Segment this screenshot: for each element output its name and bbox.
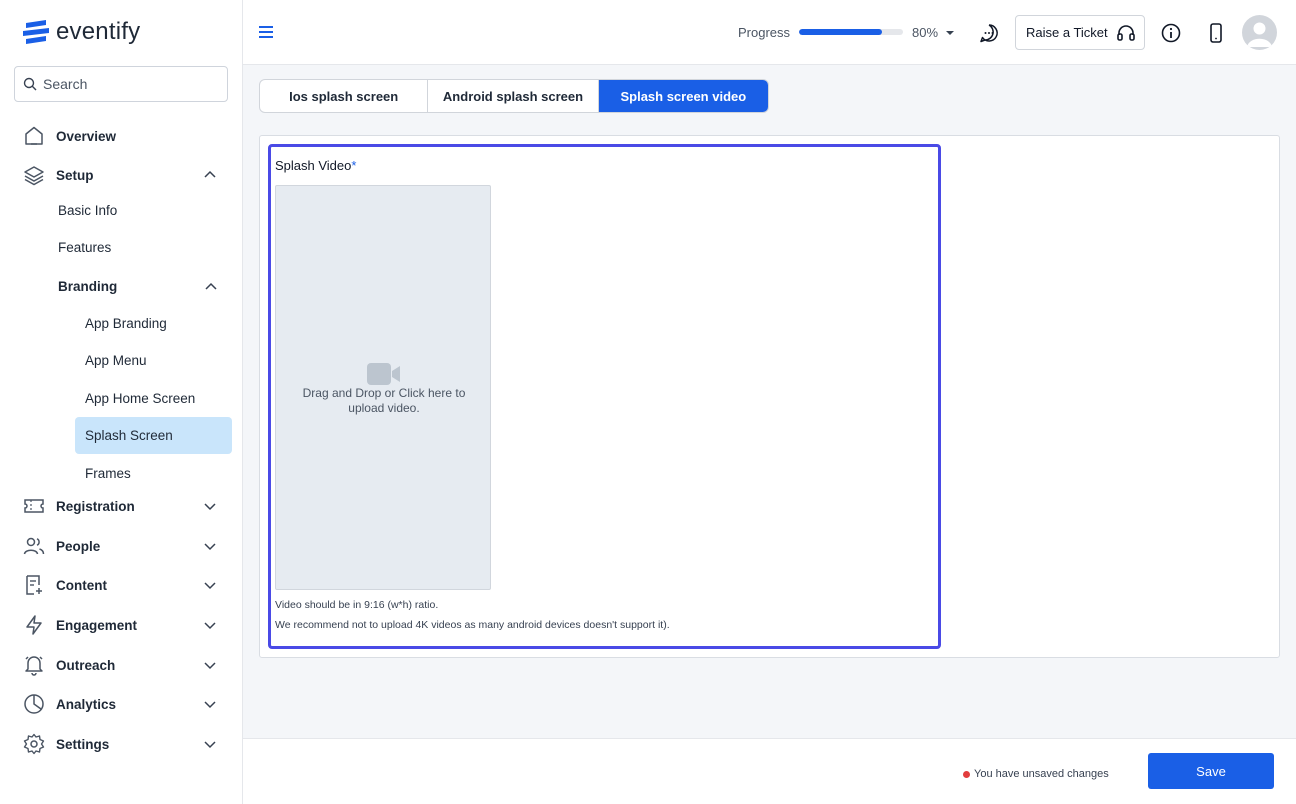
sidebar-item-label: People (56, 538, 101, 554)
sidebar-item-label: Overview (56, 128, 117, 144)
progress-fill (799, 29, 883, 35)
sidebar-item-features[interactable]: Features (58, 240, 111, 255)
mobile-device-icon[interactable] (1205, 22, 1227, 44)
sidebar-item-label: Settings (56, 736, 110, 752)
brand-name: eventify (56, 18, 141, 45)
sidebar-item-setup[interactable]: Setup (22, 162, 222, 188)
pie-chart-icon (22, 692, 46, 716)
field-label-text: Splash Video (275, 158, 352, 173)
home-icon (22, 124, 46, 148)
chevron-down-icon (204, 701, 216, 709)
save-button[interactable]: Save (1148, 753, 1274, 789)
sidebar-item-branding[interactable]: Branding (58, 279, 222, 294)
sidebar-item-label: Engagement (56, 617, 138, 633)
chevron-down-icon (204, 582, 216, 590)
sidebar: eventify Overview Setup Basic Info Featu… (0, 0, 243, 804)
video-camera-icon (367, 363, 400, 385)
upload-prompt: Drag and Drop or Click here to upload vi… (302, 386, 466, 415)
caret-down-icon[interactable] (945, 29, 955, 37)
sidebar-item-splash-screen[interactable]: Splash Screen (85, 428, 173, 443)
tab-android-splash-screen[interactable]: Android splash screen (428, 80, 599, 112)
unsaved-dot-icon (963, 770, 970, 778)
sidebar-item-label: Setup (56, 167, 94, 183)
splash-video-label: Splash Video* (275, 158, 356, 173)
chevron-down-icon (204, 543, 216, 551)
hamburger-menu-icon[interactable] (258, 24, 274, 40)
bell-icon (22, 653, 46, 677)
sidebar-item-app-home-screen[interactable]: App Home Screen (85, 391, 195, 406)
sidebar-item-frames[interactable]: Frames (85, 466, 131, 481)
sidebar-item-label: Registration (56, 498, 135, 514)
chat-icon[interactable] (978, 22, 1000, 44)
eventify-logo-icon (23, 20, 49, 44)
sidebar-item-app-menu[interactable]: App Menu (85, 353, 147, 368)
info-icon[interactable] (1160, 22, 1182, 44)
chevron-down-icon (204, 741, 216, 749)
user-icon (1247, 22, 1272, 47)
unsaved-text: You have unsaved changes (974, 768, 1109, 780)
chevron-up-icon (205, 282, 217, 290)
layers-icon (22, 163, 46, 187)
sidebar-item-registration[interactable]: Registration (22, 493, 222, 519)
headset-icon (1116, 24, 1135, 41)
people-icon (22, 534, 46, 558)
sidebar-item-label: Branding (58, 279, 118, 294)
chevron-down-icon (204, 503, 216, 511)
tab-ios-splash-screen[interactable]: Ios splash screen (260, 80, 429, 112)
logo[interactable]: eventify (22, 18, 140, 46)
resolution-hint: We recommend not to upload 4K videos as … (275, 619, 670, 631)
sidebar-item-engagement[interactable]: Engagement (22, 612, 222, 638)
unsaved-changes-notice: You have unsaved changes (963, 768, 1109, 780)
sidebar-item-settings[interactable]: Settings (22, 731, 222, 757)
search-box[interactable] (14, 66, 228, 102)
progress-label: Progress (738, 25, 791, 40)
sidebar-item-analytics[interactable]: Analytics (22, 691, 222, 717)
sidebar-item-label: Outreach (56, 657, 116, 673)
document-add-icon (22, 573, 46, 597)
chevron-up-icon (204, 170, 216, 178)
sidebar-item-label: Content (56, 577, 107, 593)
gear-icon (22, 732, 46, 756)
chevron-down-icon (204, 622, 216, 630)
raise-ticket-button[interactable]: Raise a Ticket (1015, 15, 1145, 50)
required-mark: * (351, 158, 357, 173)
search-input[interactable] (43, 76, 213, 92)
video-upload-dropzone[interactable]: Drag and Drop or Click here to upload vi… (275, 185, 491, 590)
sidebar-item-people[interactable]: People (22, 533, 222, 559)
sidebar-item-app-branding[interactable]: App Branding (85, 316, 167, 331)
progress-bar (799, 29, 903, 35)
search-icon (23, 77, 37, 91)
tab-splash-screen-video[interactable]: Splash screen video (598, 80, 768, 112)
sidebar-item-basic-info[interactable]: Basic Info (58, 203, 117, 218)
sidebar-item-outreach[interactable]: Outreach (22, 652, 222, 678)
splash-tabs: Ios splash screen Android splash screen … (259, 79, 769, 113)
top-header: Progress 80% Raise a Ticket (243, 0, 1296, 65)
sidebar-item-content[interactable]: Content (22, 572, 222, 598)
sidebar-item-overview[interactable]: Overview (22, 123, 222, 149)
avatar[interactable] (1242, 15, 1277, 50)
ratio-hint: Video should be in 9:16 (w*h) ratio. (275, 599, 439, 611)
progress-percent: 80% (912, 25, 939, 40)
sidebar-item-label: Analytics (56, 696, 117, 712)
ticket-icon (22, 494, 46, 518)
raise-ticket-label: Raise a Ticket (1026, 25, 1108, 40)
chevron-down-icon (204, 662, 216, 670)
lightning-icon (22, 613, 46, 637)
footer-bar: You have unsaved changes Save (243, 738, 1296, 804)
